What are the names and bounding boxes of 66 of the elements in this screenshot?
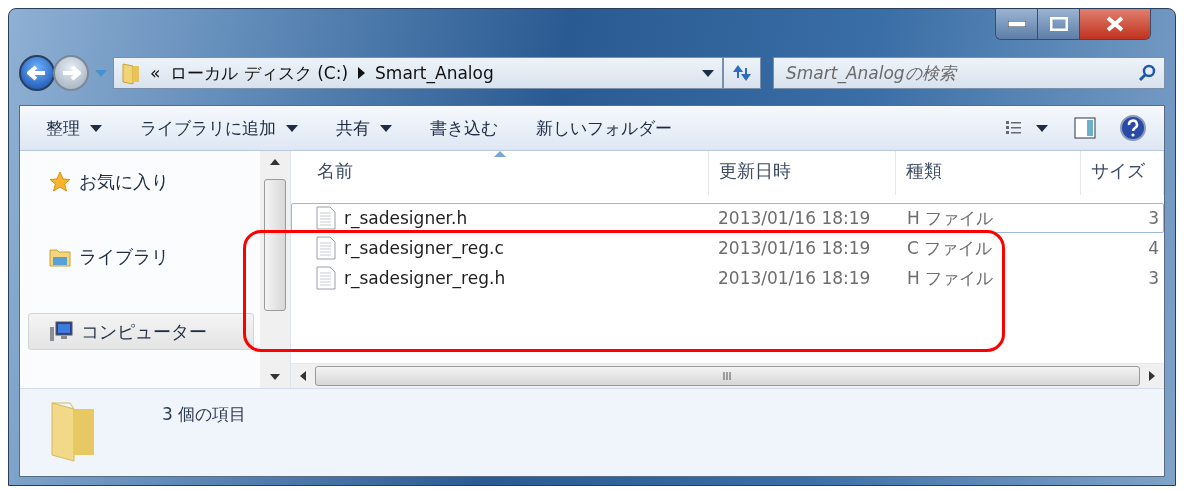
toolbar-button[interactable]: 新しいフォルダー xyxy=(528,112,680,144)
folder-icon xyxy=(122,61,140,85)
column-header[interactable]: 種類 xyxy=(896,151,1081,195)
sidebar-item[interactable]: ライブラリ xyxy=(28,238,254,275)
path-segment[interactable]: Smart_Analog xyxy=(375,63,494,83)
address-bar[interactable]: « ローカル ディスク (C:) Smart_Analog xyxy=(113,57,723,89)
file-row[interactable]: r_sadesigner_reg.h 2013/01/16 18:19 H ファイル 3 xyxy=(291,263,1164,293)
sidebar-item[interactable]: お気に入り xyxy=(28,163,254,200)
maximize-icon xyxy=(1049,17,1068,31)
computer-icon xyxy=(49,320,73,343)
search-field[interactable]: Smart_Analogの検索 xyxy=(773,57,1165,89)
close-button[interactable] xyxy=(1080,9,1150,39)
size-cell-text: 3 xyxy=(1147,268,1160,288)
scroll-right-icon[interactable] xyxy=(1149,371,1156,381)
minimize-button[interactable] xyxy=(996,9,1038,39)
document-icon xyxy=(316,236,336,260)
scroll-up-icon[interactable] xyxy=(270,159,280,165)
right-arrow-icon xyxy=(61,65,81,81)
sidebar-item[interactable]: コンピューター xyxy=(28,313,254,350)
close-icon xyxy=(1105,16,1125,32)
caret-icon xyxy=(380,124,392,132)
toolbar-button[interactable]: 書き込む xyxy=(422,112,506,144)
path-segment[interactable]: ローカル ディスク (C:) xyxy=(170,61,349,85)
file-name: r_sadesigner.h xyxy=(344,208,468,228)
sort-arrow-icon xyxy=(493,151,506,157)
caret-icon xyxy=(90,124,102,132)
date-cell-text: 2013/01/16 18:19 xyxy=(717,268,872,288)
search-icon xyxy=(1138,64,1156,82)
toolbar-button[interactable]: ライブラリに追加 xyxy=(132,112,306,144)
view-options-icon[interactable] xyxy=(1006,120,1050,136)
column-header[interactable]: サイズ xyxy=(1081,151,1164,195)
refresh-button[interactable] xyxy=(723,57,761,89)
star-icon xyxy=(49,170,71,193)
document-icon xyxy=(316,206,336,230)
size-cell-text: 4 xyxy=(1147,238,1160,258)
item-count: 3 個の項目 xyxy=(162,403,247,426)
date-cell-text: 2013/01/16 18:19 xyxy=(717,208,872,228)
file-name: r_sadesigner_reg.c xyxy=(344,238,504,258)
column-header[interactable]: 名前 xyxy=(291,151,709,195)
help-icon[interactable] xyxy=(1120,115,1146,141)
scroll-left-icon[interactable] xyxy=(299,371,306,381)
type-cell-text: H ファイル xyxy=(906,266,995,290)
date-cell-text: 2013/01/16 18:19 xyxy=(717,238,872,258)
maximize-button[interactable] xyxy=(1038,9,1080,39)
column-header[interactable]: 更新日時 xyxy=(709,151,896,195)
scrollbar-thumb[interactable] xyxy=(314,366,1141,386)
folder-icon xyxy=(49,246,71,267)
scroll-down-icon[interactable] xyxy=(270,374,280,380)
separator-arrow-icon[interactable] xyxy=(358,67,366,79)
document-icon xyxy=(316,266,336,290)
left-arrow-icon xyxy=(27,65,47,81)
caret-icon xyxy=(286,124,298,132)
size-cell-text: 3 xyxy=(1147,208,1160,228)
caret-icon xyxy=(702,69,714,77)
type-cell-text: H ファイル xyxy=(906,206,995,230)
path-overflow[interactable]: « xyxy=(150,63,161,83)
minimize-icon xyxy=(1007,21,1026,27)
toolbar-button[interactable]: 整理 xyxy=(38,112,110,144)
forward-button[interactable] xyxy=(53,55,89,91)
scrollbar-thumb[interactable] xyxy=(264,179,286,311)
file-row[interactable]: r_sadesigner.h 2013/01/16 18:19 H ファイル 3 xyxy=(291,203,1164,233)
toolbar-button[interactable]: 共有 xyxy=(328,112,400,144)
file-name: r_sadesigner_reg.h xyxy=(344,268,506,288)
back-button[interactable] xyxy=(19,55,55,91)
type-cell-text: C ファイル xyxy=(906,236,994,260)
preview-pane-icon[interactable] xyxy=(1074,117,1096,139)
